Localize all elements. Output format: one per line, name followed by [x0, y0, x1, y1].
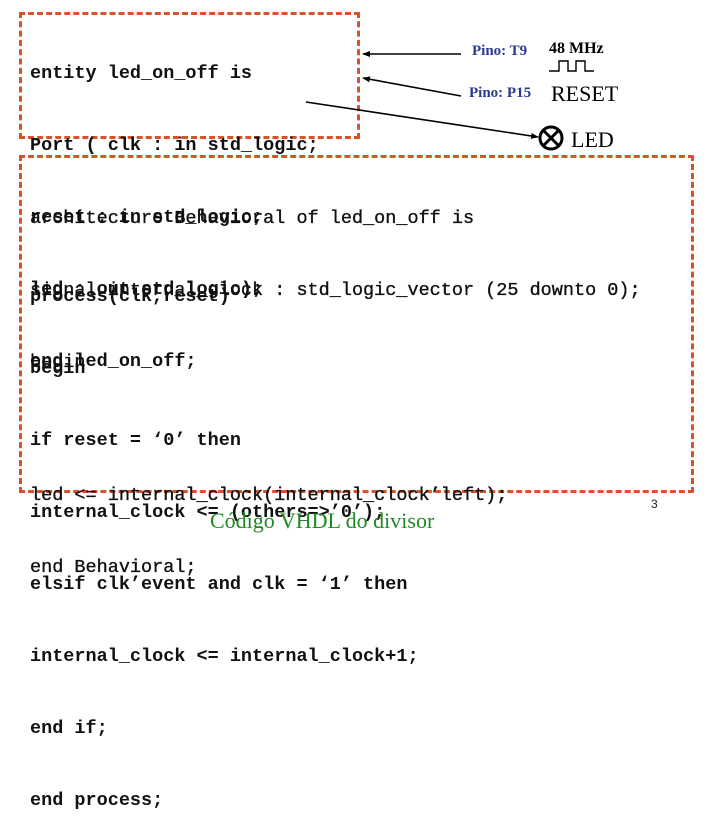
reset-arrow: [362, 76, 462, 97]
code-line: end Behavioral;: [30, 557, 197, 578]
led-label: LED: [571, 127, 614, 152]
code-line: internal_clock <= internal_clock+1;: [30, 646, 419, 667]
clock-frequency-label: 48 MHz: [549, 40, 604, 57]
pin-label-p15: Pino: P15: [469, 85, 532, 101]
page-number: 3: [651, 497, 658, 511]
code-line: process(clk,reset): [30, 286, 230, 307]
code-line: end process;: [30, 790, 164, 811]
code-line: begin: [30, 358, 86, 379]
code-line: led <= internal_clock(internal_clock’lef…: [30, 485, 508, 506]
code-line: end if;: [30, 718, 108, 739]
clock-waveform-icon: [549, 60, 594, 72]
code-line: architecture Behavioral of led_on_off is: [30, 208, 475, 229]
reset-label: RESET: [551, 81, 619, 106]
slide-caption: Código VHDL do divisor: [210, 508, 435, 533]
led-arrow: [305, 101, 539, 139]
lamp-icon: [538, 125, 564, 151]
pin-label-t9: Pino: T9: [472, 43, 528, 59]
